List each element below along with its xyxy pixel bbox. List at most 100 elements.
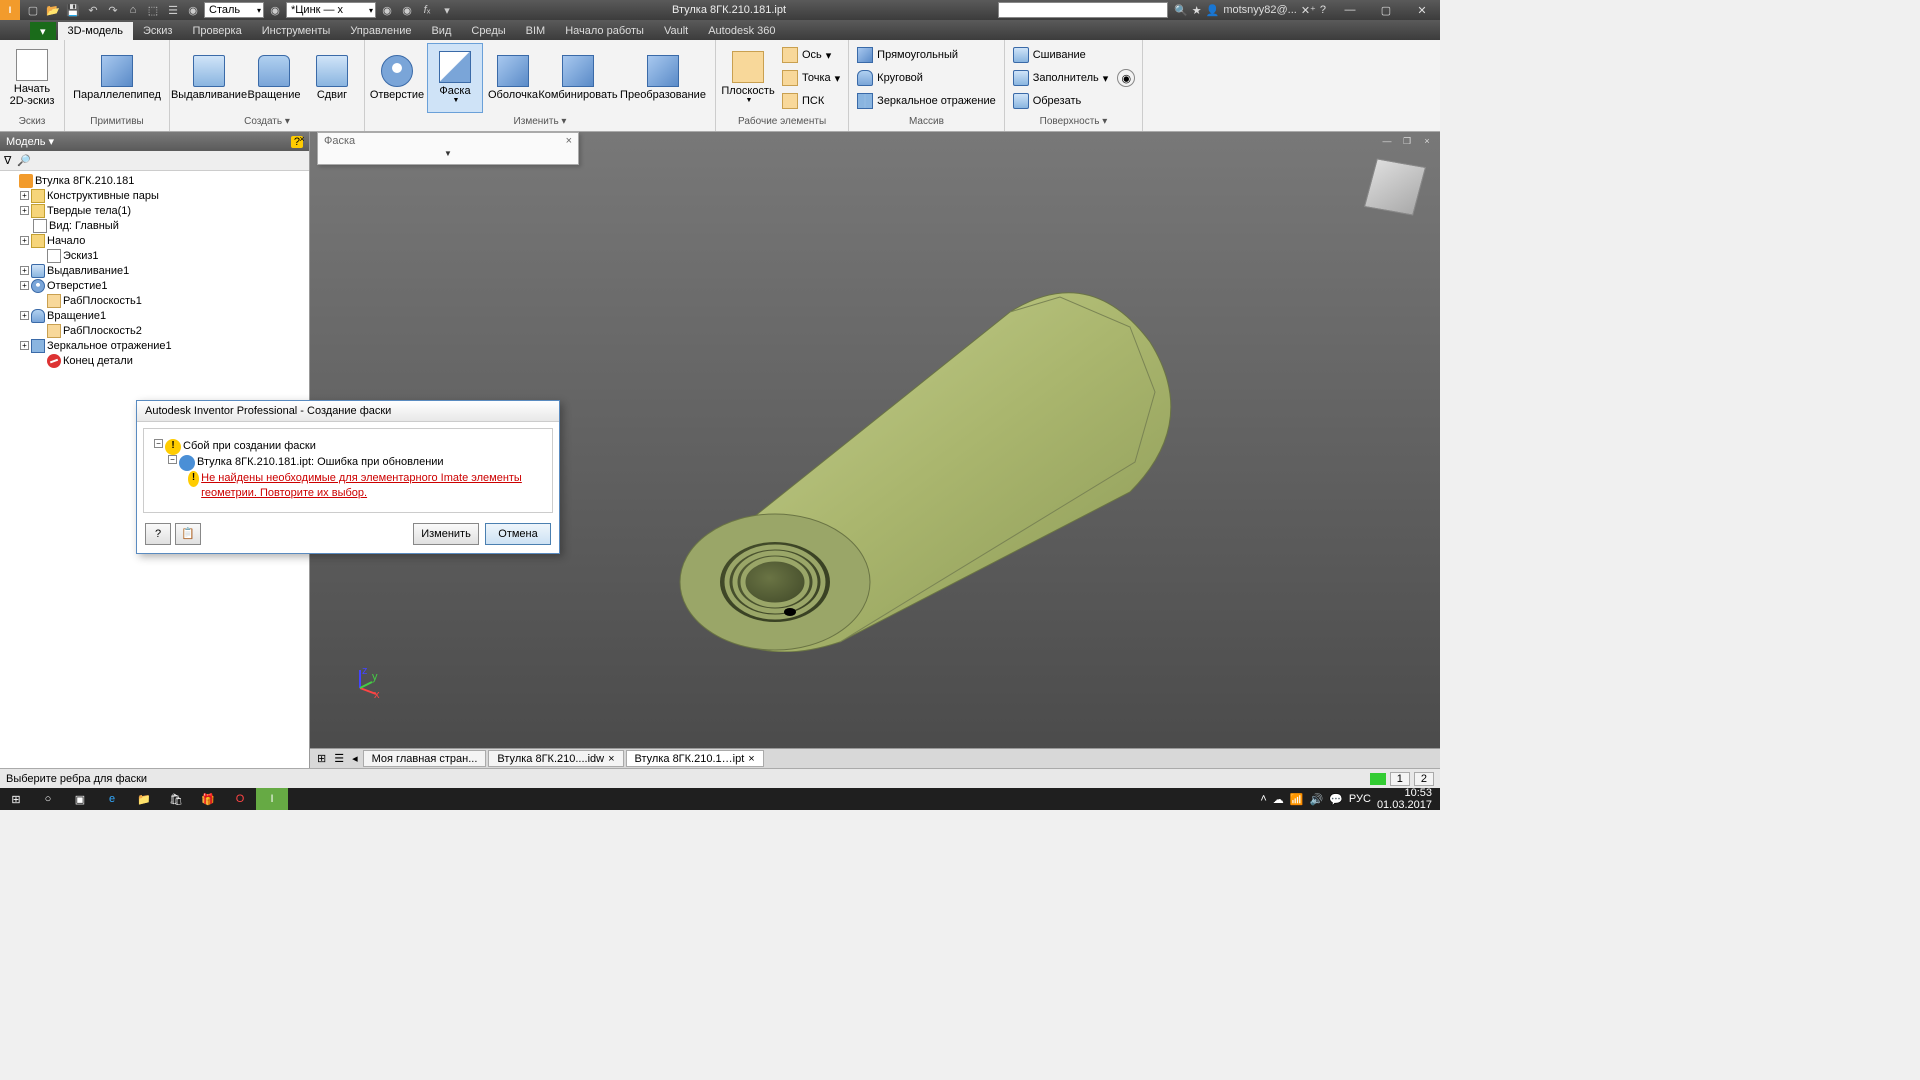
expand-icon[interactable]: +	[20, 341, 29, 350]
app-icon[interactable]: I	[0, 0, 20, 20]
status-num-1[interactable]: 1	[1390, 772, 1410, 786]
tree-item[interactable]: +Отверстие1	[2, 278, 307, 293]
collapse-icon[interactable]: −	[154, 439, 163, 448]
plane-button[interactable]: Плоскость▼	[720, 43, 776, 113]
expand-icon[interactable]: +	[20, 311, 29, 320]
chamfer-button[interactable]: Фаска▼	[427, 43, 483, 113]
help-icon[interactable]: ?	[1320, 4, 1326, 16]
start-sketch-button[interactable]: Начать 2D-эскиз	[4, 43, 60, 113]
expand-icon[interactable]: +	[20, 266, 29, 275]
tree-item[interactable]: РабПлоскость1	[2, 293, 307, 308]
collapse-icon[interactable]: −	[168, 455, 177, 464]
chamfer-mini-dialog[interactable]: Фаска× ▼	[317, 132, 579, 165]
material-combo-2[interactable]: *Цинк — х	[286, 2, 376, 18]
ucs-button[interactable]: ПСК	[778, 90, 844, 112]
qat-new-icon[interactable]: ▢	[24, 2, 42, 18]
qat-fx-icon[interactable]: fₓ	[418, 2, 436, 18]
error-copy-button[interactable]: 📋	[175, 523, 201, 545]
edit-button[interactable]: Изменить	[413, 523, 479, 545]
tree-item[interactable]: +Твердые тела(1)	[2, 203, 307, 218]
doc-minimize-button[interactable]: —	[1378, 134, 1396, 148]
mini-dialog-expand-icon[interactable]: ▼	[318, 149, 578, 158]
doc-tabs-list-icon[interactable]: ☰	[331, 752, 347, 765]
qat-undo-icon[interactable]: ↶	[84, 2, 102, 18]
doc-tab-ipt[interactable]: Втулка 8ГК.210.1…ipt×	[626, 750, 764, 767]
explorer-icon[interactable]: 📁	[128, 788, 160, 810]
qat-more-icon[interactable]: ▾	[438, 2, 456, 18]
maximize-button[interactable]: ▢	[1368, 0, 1404, 20]
error-link[interactable]: Не найдены необходимые для элементарного…	[201, 471, 542, 502]
tab-a360[interactable]: Autodesk 360	[698, 22, 785, 40]
panel-modify-title[interactable]: Изменить ▾	[369, 114, 711, 129]
minimize-button[interactable]: —	[1332, 0, 1368, 20]
browser-header[interactable]: Модель ▾?	[0, 132, 309, 151]
tree-item[interactable]: +Зеркальное отражение1	[2, 338, 307, 353]
expand-icon[interactable]: +	[20, 191, 29, 200]
tab-3d-model[interactable]: 3D-модель	[58, 22, 133, 40]
combine-button[interactable]: Комбинировать	[543, 43, 613, 113]
doc-restore-button[interactable]: ❐	[1398, 134, 1416, 148]
inventor-taskbar-icon[interactable]: I	[256, 788, 288, 810]
circ-pattern-button[interactable]: Круговой	[853, 67, 1000, 89]
transform-button[interactable]: Преобразование	[615, 43, 711, 113]
doc-tabs-nav-icon[interactable]: ◂	[349, 752, 361, 765]
tree-item[interactable]: +Начало	[2, 233, 307, 248]
tree-item[interactable]: +Конструктивные пары	[2, 188, 307, 203]
tray-up-icon[interactable]: ˄	[1260, 793, 1266, 805]
opera-icon[interactable]: O	[224, 788, 256, 810]
volume-icon[interactable]: 🔊	[1310, 793, 1324, 806]
qat-material-icon[interactable]: ◉	[184, 2, 202, 18]
qat-appearance-icon[interactable]: ◉	[266, 2, 284, 18]
tree-item[interactable]: +Вращение1	[2, 308, 307, 323]
doc-tab-idw[interactable]: Втулка 8ГК.210....idw×	[488, 750, 623, 767]
find-icon[interactable]: 🔎	[17, 154, 31, 167]
rect-pattern-button[interactable]: Прямоугольный	[853, 44, 1000, 66]
expand-icon[interactable]: +	[20, 281, 29, 290]
qat-color1-icon[interactable]: ◉	[378, 2, 396, 18]
qat-save-icon[interactable]: 💾	[64, 2, 82, 18]
tab-start[interactable]: Начало работы	[555, 22, 654, 40]
qat-open-icon[interactable]: 📂	[44, 2, 62, 18]
cortana-search-icon[interactable]: ○	[32, 788, 64, 810]
box-button[interactable]: Параллелепипед	[69, 43, 165, 113]
star-icon[interactable]: ★	[1192, 4, 1202, 17]
mirror-button[interactable]: Зеркальное отражение	[853, 90, 1000, 112]
sweep-button[interactable]: Сдвиг	[304, 43, 360, 113]
panel-expand-icon[interactable]: ◉	[1117, 69, 1135, 87]
extrude-button[interactable]: Выдавливание	[174, 43, 244, 113]
shell-button[interactable]: Оболочка	[485, 43, 541, 113]
start-button[interactable]: ⊞	[0, 788, 32, 810]
network-icon[interactable]: 📶	[1290, 793, 1304, 806]
cancel-button[interactable]: Отмена	[485, 523, 551, 545]
close-icon[interactable]: ×	[608, 753, 614, 765]
notifications-icon[interactable]: 💬	[1329, 793, 1343, 806]
panel-surface-title[interactable]: Поверхность ▾	[1009, 114, 1139, 129]
expand-icon[interactable]: +	[20, 236, 29, 245]
user-area[interactable]: 🔍 ★ 👤 motsnyy82@... ✕⁺ ?	[1168, 4, 1332, 17]
tab-vault[interactable]: Vault	[654, 22, 698, 40]
store-icon[interactable]: 🛍	[160, 788, 192, 810]
qat-color2-icon[interactable]: ◉	[398, 2, 416, 18]
expand-icon[interactable]: +	[20, 206, 29, 215]
tab-manage[interactable]: Управление	[340, 22, 421, 40]
onedrive-icon[interactable]: ☁	[1273, 793, 1284, 806]
qat-props-icon[interactable]: ☰	[164, 2, 182, 18]
tree-item[interactable]: +Выдавливание1	[2, 263, 307, 278]
close-button[interactable]: ✕	[1404, 0, 1440, 20]
tab-sketch[interactable]: Эскиз	[133, 22, 182, 40]
patch-button[interactable]: Заполнитель ▾	[1009, 67, 1113, 89]
search-input[interactable]	[998, 2, 1168, 18]
filter-icon[interactable]: ∇	[4, 154, 11, 167]
mini-dialog-close-icon[interactable]: ×	[566, 135, 572, 147]
tree-item[interactable]: Эскиз1	[2, 248, 307, 263]
close-icon[interactable]: ×	[748, 753, 754, 765]
gift-icon[interactable]: 🎁	[192, 788, 224, 810]
tab-bim[interactable]: BIM	[516, 22, 556, 40]
file-tab[interactable]: ▾	[30, 22, 56, 40]
doc-tab-home[interactable]: Моя главная стран...	[363, 750, 487, 767]
panel-create-title[interactable]: Создать ▾	[174, 114, 360, 129]
point-button[interactable]: Точка ▾	[778, 67, 844, 89]
error-help-button[interactable]: ?	[145, 523, 171, 545]
tree-item[interactable]: Конец детали	[2, 353, 307, 368]
tab-inspect[interactable]: Проверка	[182, 22, 251, 40]
